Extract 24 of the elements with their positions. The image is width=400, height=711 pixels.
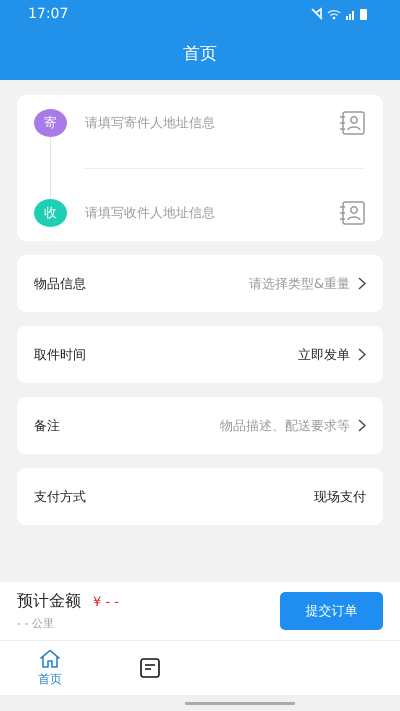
contact-book-icon[interactable] xyxy=(339,201,365,225)
option-label: 物品信息 xyxy=(34,276,87,292)
address-badge: 收 xyxy=(34,199,67,227)
option-value: 请选择类型&重量 xyxy=(248,276,350,292)
contact-book-icon[interactable] xyxy=(339,111,365,135)
home-icon xyxy=(39,648,61,668)
option-row[interactable]: 物品信息 请选择类型&重量 xyxy=(17,255,383,312)
option-row[interactable]: 取件时间 立即发单 xyxy=(17,326,383,383)
option-label: 支付方式 xyxy=(34,488,87,506)
address-badge: 寄 xyxy=(34,109,67,137)
option-value: 物品描述、配送要求等 xyxy=(220,418,350,434)
option-value: 立即发单 xyxy=(298,346,350,364)
option-value: 现场支付 xyxy=(314,488,366,506)
option-row[interactable]: 备注 物品描述、配送要求等 xyxy=(17,397,383,454)
price-value: ¥ - - xyxy=(93,595,119,610)
document-icon xyxy=(140,658,160,678)
distance-text: - - 公里 xyxy=(17,617,54,630)
status-icons xyxy=(310,7,370,21)
option-row[interactable]: 支付方式 现场支付 xyxy=(17,468,383,525)
price-label: 预计金额 xyxy=(17,591,81,612)
status-time: 17:07 xyxy=(28,6,68,22)
page-title: 首页 xyxy=(182,43,218,65)
option-label: 取件时间 xyxy=(34,346,87,364)
option-label: 备注 xyxy=(34,418,61,434)
